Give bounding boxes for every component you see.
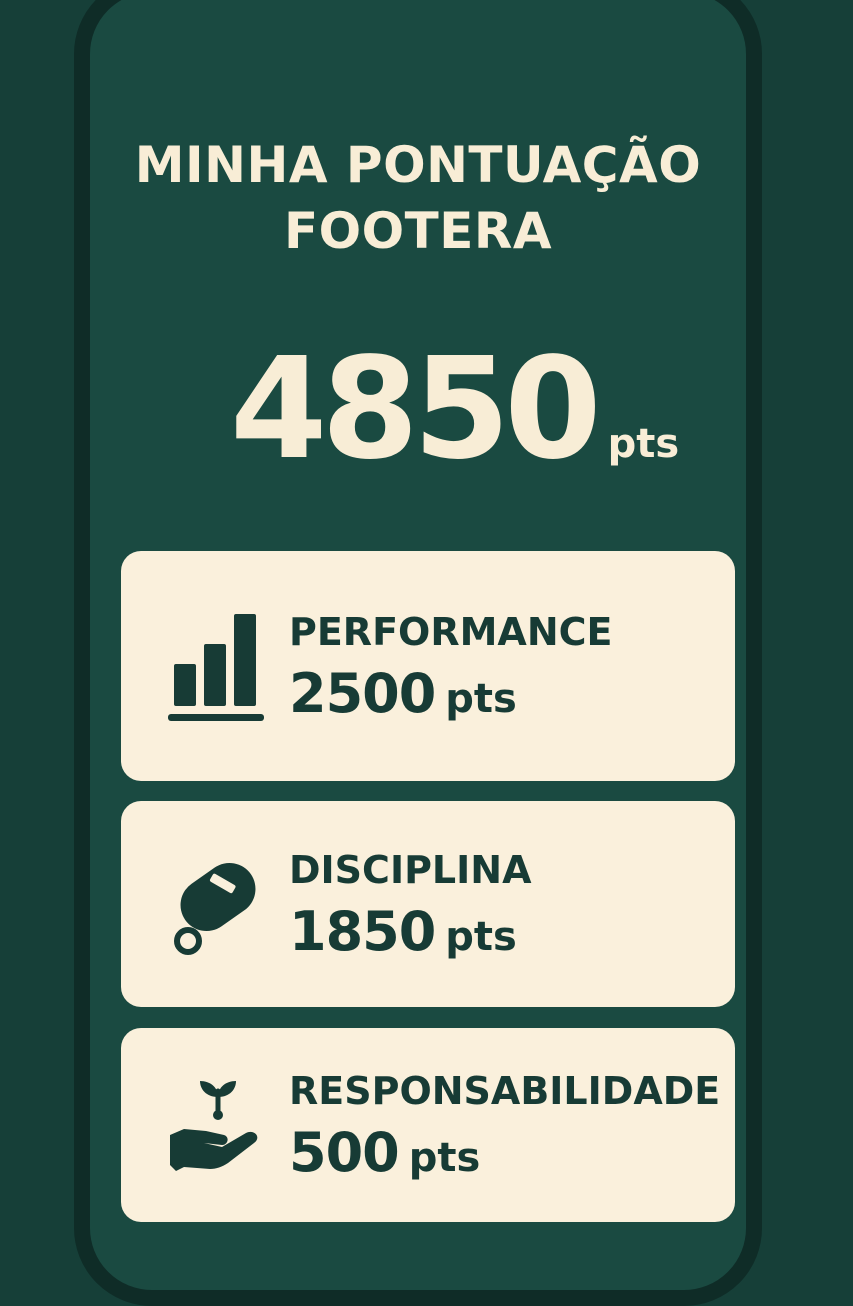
category-points: 2500 pts <box>289 662 612 725</box>
category-card-responsabilidade[interactable]: RESPONSABILIDADE 500 pts <box>121 1028 735 1222</box>
category-label: PERFORMANCE <box>289 609 613 654</box>
category-card-performance[interactable]: PERFORMANCE 2500 pts <box>121 551 735 781</box>
page-title-line-1: MINHA PONTUAÇÃO <box>134 136 702 194</box>
bar-chart-icon <box>161 611 271 721</box>
category-points-value: 1850 <box>289 899 436 963</box>
page-title-line-2: FOOTERA <box>283 202 553 260</box>
whistle-icon <box>161 849 271 959</box>
category-points-value: 2500 <box>289 661 436 725</box>
page-title: MINHA PONTUAÇÃO FOOTERA <box>90 132 746 264</box>
category-points-unit: pts <box>408 1134 481 1181</box>
category-points-value: 500 <box>289 1120 400 1184</box>
total-score-value: 4850 <box>230 328 602 491</box>
category-card-disciplina[interactable]: DISCIPLINA 1850 pts <box>121 801 735 1007</box>
category-points-unit: pts <box>445 913 517 960</box>
hand-sprout-icon <box>161 1070 271 1180</box>
category-points: 1850 pts <box>289 900 532 963</box>
category-points-unit: pts <box>445 675 517 722</box>
category-points: 500 pts <box>289 1121 720 1184</box>
total-score-unit: pts <box>607 421 680 467</box>
category-label: DISCIPLINA <box>289 847 532 892</box>
category-label: RESPONSABILIDADE <box>289 1068 721 1113</box>
total-score: 4850 pts <box>230 330 679 490</box>
